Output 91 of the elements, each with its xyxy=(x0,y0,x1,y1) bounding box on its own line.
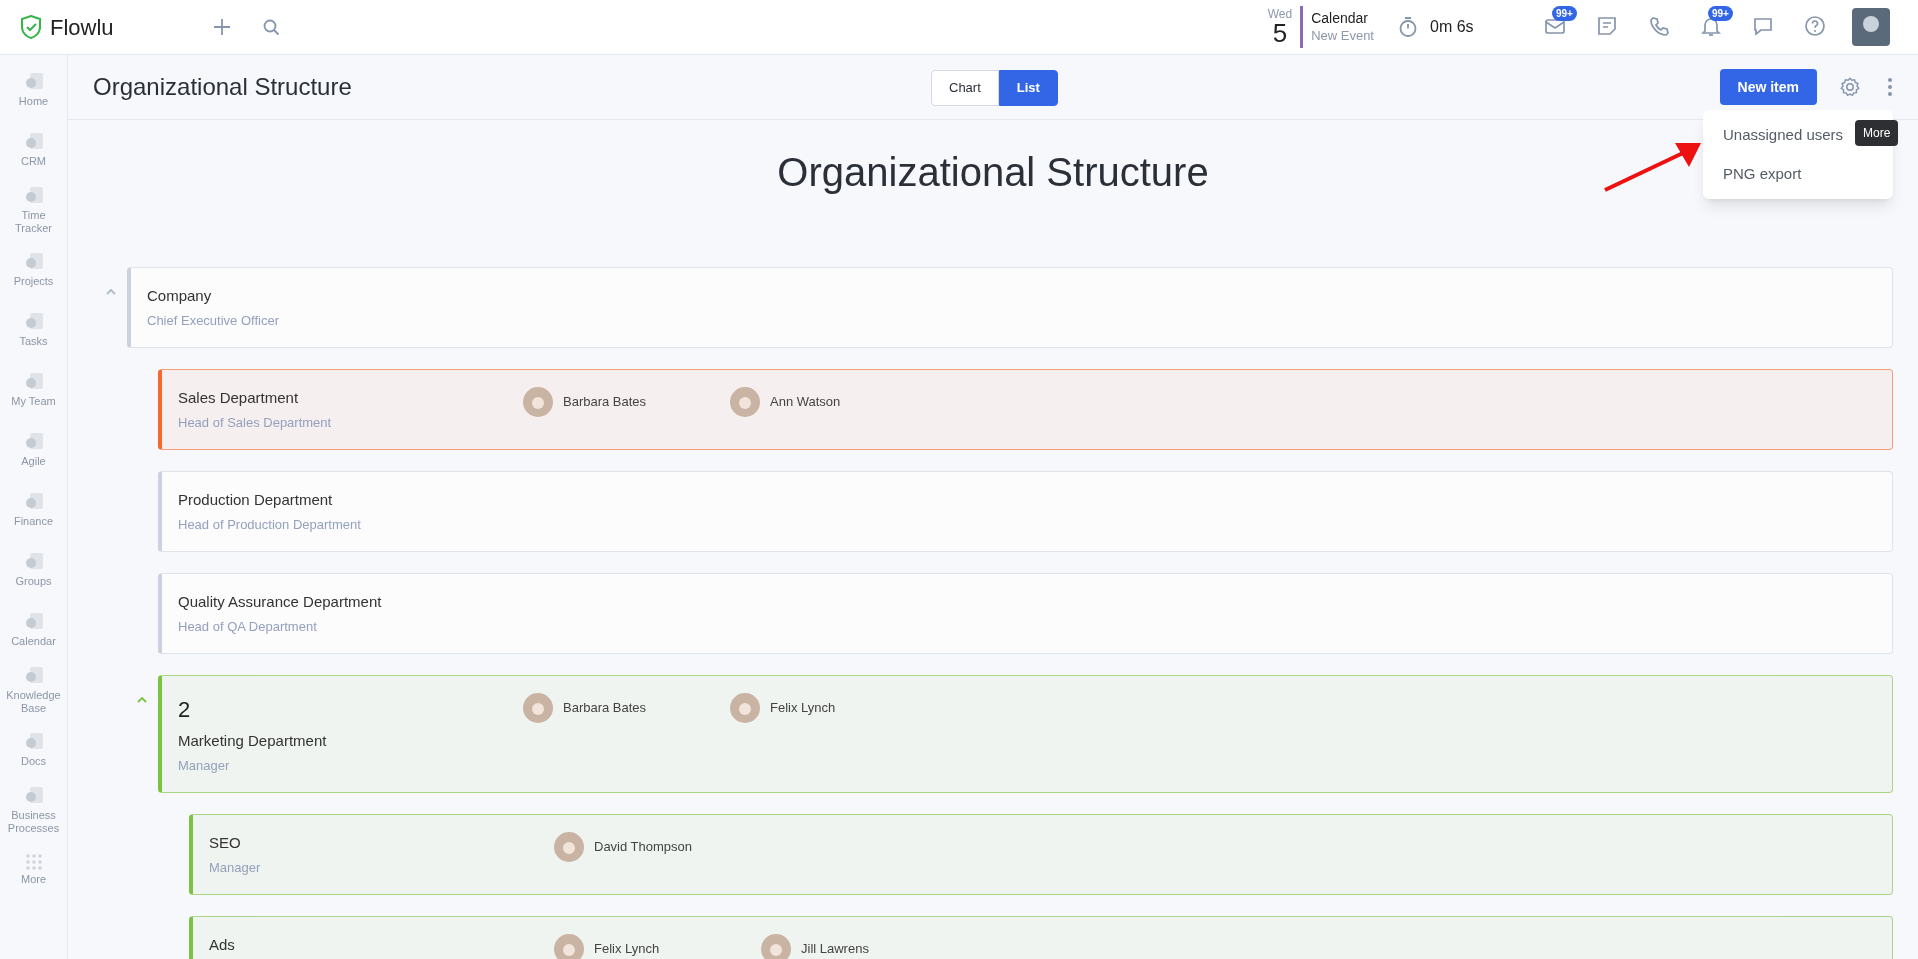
settings-icon[interactable] xyxy=(1839,76,1861,98)
sidebar-item[interactable]: Business Processes xyxy=(0,780,67,840)
menu-item[interactable]: PNG export xyxy=(1703,154,1893,193)
module-icon xyxy=(23,732,44,752)
sidebar-item[interactable]: Knowledge Base xyxy=(0,660,67,720)
avatar xyxy=(523,693,553,723)
user-avatar[interactable] xyxy=(1852,8,1890,46)
search-icon[interactable] xyxy=(263,18,280,36)
module-icon xyxy=(23,312,44,332)
department-name: SEO xyxy=(209,833,242,853)
module-icon xyxy=(23,665,44,686)
calendar-weekday: Wed xyxy=(1267,8,1293,20)
position-title: Manager xyxy=(209,858,262,877)
chevron-icon[interactable] xyxy=(105,287,117,297)
sidebar-item[interactable]: Agile xyxy=(0,420,67,480)
module-icon xyxy=(23,552,44,572)
sidebar-item[interactable]: Groups xyxy=(0,540,67,600)
more-tooltip: More xyxy=(1855,120,1899,146)
help-icon[interactable] xyxy=(1804,15,1826,37)
stopwatch-icon[interactable] xyxy=(1398,16,1418,38)
position-title: Manager xyxy=(178,756,231,775)
department-number: 2 xyxy=(178,696,192,724)
avatar xyxy=(761,934,791,959)
page-title: Organizational Structure xyxy=(93,72,352,102)
member-name: Felix Lynch xyxy=(770,699,836,718)
org-card[interactable]: Company Chief Executive Officer xyxy=(127,267,1893,348)
new-item-button[interactable]: New item xyxy=(1719,69,1817,105)
org-card[interactable]: Ads Felix Lynch Jill Lawrens xyxy=(189,916,1893,959)
module-icon xyxy=(23,185,44,206)
sidebar-item[interactable]: My Team xyxy=(0,360,67,420)
member-name: Jill Lawrens xyxy=(801,940,869,959)
count-badge: 99+ xyxy=(1552,6,1577,21)
module-icon xyxy=(23,492,44,512)
calendar-day: 5 xyxy=(1272,20,1288,46)
member-name: Felix Lynch xyxy=(594,940,660,959)
department-name: Company xyxy=(147,286,213,306)
department-name: Marketing Department xyxy=(178,731,328,751)
sidebar-item[interactable]: Calendar xyxy=(0,600,67,660)
module-icon xyxy=(23,72,44,92)
avatar xyxy=(554,934,584,959)
position-title: Head of QA Department xyxy=(178,617,318,636)
sidebar-item[interactable]: Tasks xyxy=(0,300,67,360)
module-icon xyxy=(23,372,44,392)
department-name: Production Department xyxy=(178,490,334,510)
dots-grid-icon xyxy=(25,854,42,870)
view-tab[interactable]: List xyxy=(998,70,1058,106)
module-icon xyxy=(23,785,44,806)
module-icon xyxy=(23,432,44,452)
org-card[interactable]: SEO Manager David Thompson xyxy=(189,814,1893,895)
member-name: Ann Watson xyxy=(770,393,841,412)
avatar xyxy=(730,387,760,417)
department-name: Sales Department xyxy=(178,388,300,408)
chart-heading: Organizational Structure xyxy=(777,149,1209,196)
phone-icon[interactable] xyxy=(1648,15,1670,37)
module-icon xyxy=(23,612,44,632)
count-badge: 99+ xyxy=(1708,6,1733,21)
org-card[interactable]: Quality Assurance Department Head of QA Department xyxy=(158,573,1893,654)
org-card[interactable]: 2 Marketing Department Manager Barbara Bates Felix Lynch xyxy=(158,675,1893,793)
view-tab[interactable]: Chart xyxy=(931,70,999,106)
sidebar-item[interactable]: Projects xyxy=(0,240,67,300)
department-name: Ads xyxy=(209,935,236,955)
module-icon xyxy=(23,252,44,272)
position-title: Head of Sales Department xyxy=(178,413,333,432)
avatar xyxy=(523,387,553,417)
member-name: David Thompson xyxy=(594,838,693,857)
member-name: Barbara Bates xyxy=(563,699,647,718)
sidebar-item[interactable]: Finance xyxy=(0,480,67,540)
position-title: Head of Production Department xyxy=(178,515,362,534)
member-name: Barbara Bates xyxy=(563,393,647,412)
sidebar-item[interactable]: More xyxy=(0,840,67,900)
sidebar-item[interactable]: Docs xyxy=(0,720,67,780)
calendar-title[interactable]: Calendar xyxy=(1311,10,1374,28)
position-title: Chief Executive Officer xyxy=(147,311,280,330)
note-icon[interactable] xyxy=(1596,15,1618,37)
avatar xyxy=(730,693,760,723)
sidebar-item[interactable]: Time Tracker xyxy=(0,180,67,240)
avatar xyxy=(554,832,584,862)
department-name: Quality Assurance Department xyxy=(178,592,383,612)
chat-icon[interactable] xyxy=(1752,15,1774,37)
sidebar-item[interactable]: Home xyxy=(0,60,67,120)
plus-icon[interactable] xyxy=(213,18,231,36)
app-logo-text: Flowlu xyxy=(50,13,114,42)
logo-check-icon xyxy=(20,15,42,39)
org-card[interactable]: Sales Department Head of Sales Department Barbara Bates Ann Watson xyxy=(158,369,1893,450)
module-icon xyxy=(23,132,44,152)
chevron-icon[interactable] xyxy=(136,695,148,705)
sidebar-item[interactable]: CRM xyxy=(0,120,67,180)
more-vertical-icon[interactable] xyxy=(1887,77,1893,97)
org-card[interactable]: Production Department Head of Production Department xyxy=(158,471,1893,552)
timer-text: 0m 6s xyxy=(1430,17,1475,37)
new-event-link[interactable]: New Event xyxy=(1311,27,1374,44)
